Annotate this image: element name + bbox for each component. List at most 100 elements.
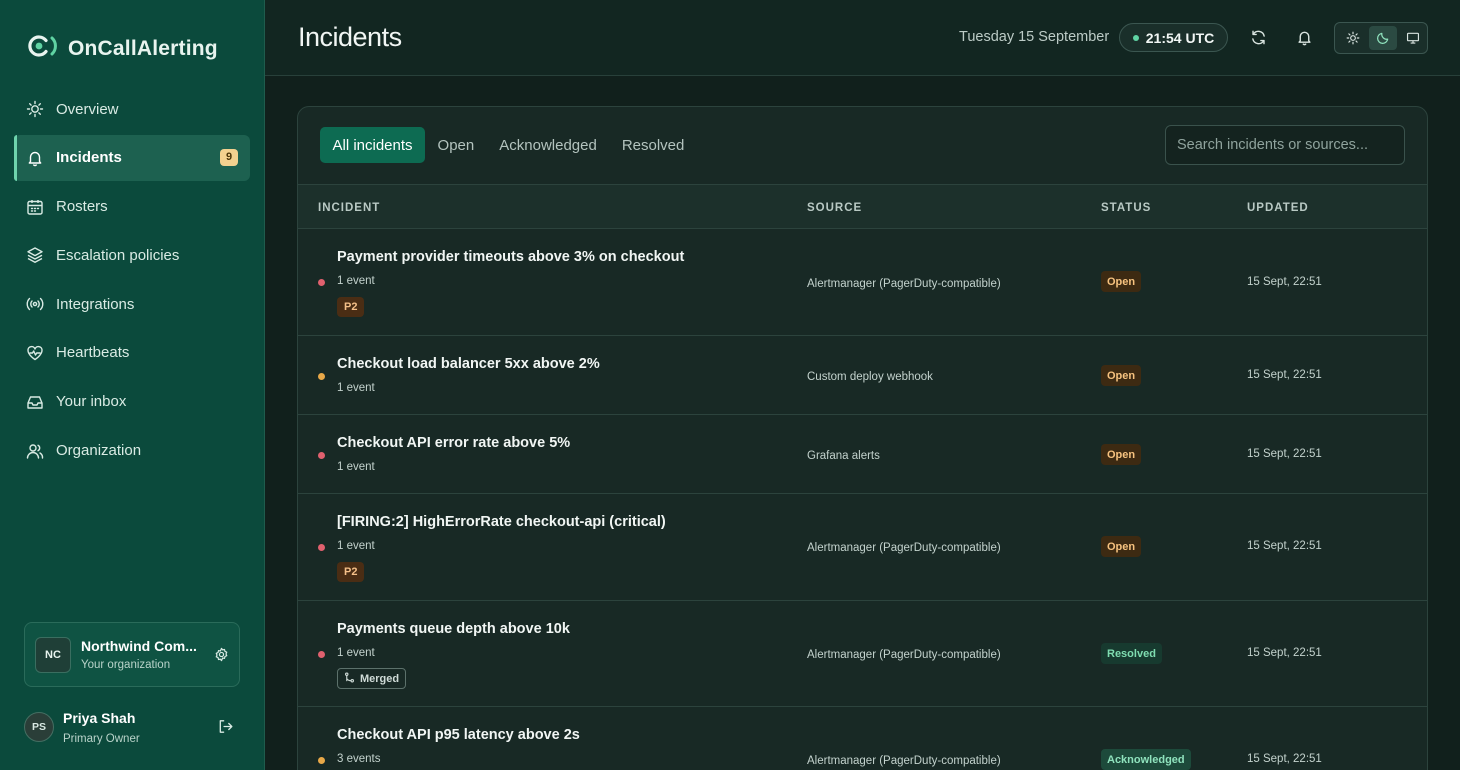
column-header-source[interactable]: SOURCE (807, 202, 862, 214)
brand[interactable]: OnCallAlerting (26, 33, 218, 64)
table-row[interactable]: Checkout API p95 latency above 2s 3 even… (298, 707, 1427, 770)
sidebar-item-rosters[interactable]: Rosters (14, 184, 250, 230)
sidebar-item-label: Rosters (56, 198, 108, 216)
sidebar-item-your-inbox[interactable]: Your inbox (14, 379, 250, 425)
table-row[interactable]: Checkout load balancer 5xx above 2% 1 ev… (298, 336, 1427, 415)
status-badge: Acknowledged (1101, 749, 1191, 770)
incident-title[interactable]: Checkout load balancer 5xx above 2% (337, 356, 600, 372)
heart-pulse-icon (26, 344, 44, 362)
incident-count-badge: 9 (220, 148, 238, 166)
refresh-icon[interactable] (1249, 28, 1267, 46)
table-row[interactable]: Checkout API error rate above 5% 1 event… (298, 415, 1427, 494)
broadcast-icon (26, 295, 44, 313)
tab-resolved[interactable]: Resolved (609, 127, 697, 163)
column-header-incident[interactable]: INCIDENT (318, 202, 380, 214)
system-theme-icon[interactable] (1399, 26, 1427, 50)
sidebar-nav: Overview Incidents 9 Rosters Escalation … (14, 86, 250, 476)
table-row[interactable]: [FIRING:2] HighErrorRate checkout-api (c… (298, 494, 1427, 601)
org-avatar: NC (35, 636, 71, 673)
merged-badge: Merged (337, 668, 407, 689)
sidebar-item-integrations[interactable]: Integrations (14, 281, 250, 327)
incident-title[interactable]: Payment provider timeouts above 3% on ch… (337, 249, 684, 265)
updated-time: 15 Sept, 22:51 (1247, 647, 1322, 659)
logo-icon (26, 33, 58, 64)
updated-time: 15 Sept, 22:51 (1247, 276, 1322, 288)
status-badge: Open (1101, 444, 1142, 465)
incident-title[interactable]: [FIRING:2] HighErrorRate checkout-api (c… (337, 514, 666, 530)
updated-time: 15 Sept, 22:51 (1247, 448, 1322, 460)
tab-all-incidents[interactable]: All incidents (320, 127, 426, 163)
column-header-updated[interactable]: UPDATED (1247, 202, 1309, 214)
column-header-status[interactable]: STATUS (1101, 202, 1151, 214)
severity-dot (318, 279, 325, 286)
severity-dot (318, 757, 325, 764)
incident-source: Custom deploy webhook (807, 371, 933, 383)
sidebar-item-label: Incidents (56, 149, 122, 167)
page-title: Incidents (298, 22, 402, 52)
tab-acknowledged[interactable]: Acknowledged (487, 127, 610, 163)
sidebar-item-label: Escalation policies (56, 246, 180, 264)
incident-title[interactable]: Payments queue depth above 10k (337, 621, 570, 637)
incident-source: Alertmanager (PagerDuty-compatible) (807, 542, 1001, 554)
sidebar-item-heartbeats[interactable]: Heartbeats (14, 330, 250, 376)
utc-clock: 21:54 UTC (1119, 23, 1228, 52)
table-row[interactable]: Payment provider timeouts above 3% on ch… (298, 229, 1427, 336)
sidebar-item-escalation-policies[interactable]: Escalation policies (14, 232, 250, 278)
merged-label: Merged (360, 672, 400, 685)
incident-title[interactable]: Checkout API p95 latency above 2s (337, 727, 580, 743)
event-count: 1 event (337, 540, 375, 552)
incident-filter-tabs: All incidents Open Acknowledged Resolved (320, 127, 697, 163)
sidebar-item-label: Organization (56, 442, 142, 460)
light-theme-icon[interactable] (1339, 26, 1367, 50)
user-profile[interactable]: PS Priya Shah Primary Owner (24, 705, 240, 749)
status-badge: Open (1101, 271, 1142, 292)
user-name: Priya Shah (63, 709, 136, 726)
priority-badge: P2 (337, 562, 365, 582)
organization-switcher[interactable]: NC Northwind Com... Your organization (24, 622, 240, 687)
tab-open[interactable]: Open (425, 127, 487, 163)
incident-source: Alertmanager (PagerDuty-compatible) (807, 649, 1001, 661)
event-count: 1 event (337, 275, 375, 287)
live-indicator (1132, 34, 1139, 41)
user-role: Primary Owner (63, 732, 140, 745)
gear-icon[interactable] (214, 647, 229, 667)
current-date: Tuesday 15 September (959, 29, 1110, 45)
calendar-icon (26, 198, 44, 216)
theme-switcher (1334, 22, 1428, 54)
event-count: 1 event (337, 461, 375, 473)
clock-time: 21:54 UTC (1145, 29, 1215, 46)
notifications-bell-icon[interactable] (1295, 28, 1313, 46)
org-name: Northwind Com... (81, 638, 197, 654)
event-count: 1 event (337, 382, 375, 394)
status-badge: Resolved (1101, 643, 1162, 664)
severity-dot (318, 452, 325, 459)
incidents-panel: All incidents Open Acknowledged Resolved… (297, 106, 1428, 770)
dark-theme-icon[interactable] (1369, 26, 1397, 50)
sun-icon (26, 100, 44, 118)
sidebar-item-label: Heartbeats (56, 344, 130, 362)
users-icon (26, 442, 44, 460)
org-subtitle: Your organization (81, 659, 171, 671)
table-header: INCIDENT SOURCE STATUS UPDATED (298, 184, 1427, 229)
status-badge: Open (1101, 365, 1142, 386)
status-badge: Open (1101, 536, 1142, 557)
incident-list: Payment provider timeouts above 3% on ch… (298, 229, 1427, 770)
incident-title[interactable]: Checkout API error rate above 5% (337, 435, 570, 451)
sidebar-item-label: Your inbox (56, 393, 127, 411)
layers-icon (26, 246, 44, 264)
updated-time: 15 Sept, 22:51 (1247, 753, 1322, 765)
sidebar-item-organization[interactable]: Organization (14, 428, 250, 474)
sidebar: OnCallAlerting Overview Incidents 9 Rost… (0, 0, 265, 770)
severity-dot (318, 373, 325, 380)
app-name: OnCallAlerting (68, 36, 218, 60)
logout-icon[interactable] (217, 718, 234, 740)
search-input[interactable] (1165, 125, 1405, 165)
sidebar-item-incidents[interactable]: Incidents 9 (14, 134, 250, 181)
incident-source: Alertmanager (PagerDuty-compatible) (807, 278, 1001, 290)
table-row[interactable]: Payments queue depth above 10k 1 event M… (298, 601, 1427, 707)
severity-dot (318, 544, 325, 551)
sidebar-item-overview[interactable]: Overview (14, 86, 250, 132)
event-count: 3 events (337, 753, 381, 765)
sidebar-item-label: Overview (56, 100, 119, 118)
bell-icon (26, 149, 44, 167)
